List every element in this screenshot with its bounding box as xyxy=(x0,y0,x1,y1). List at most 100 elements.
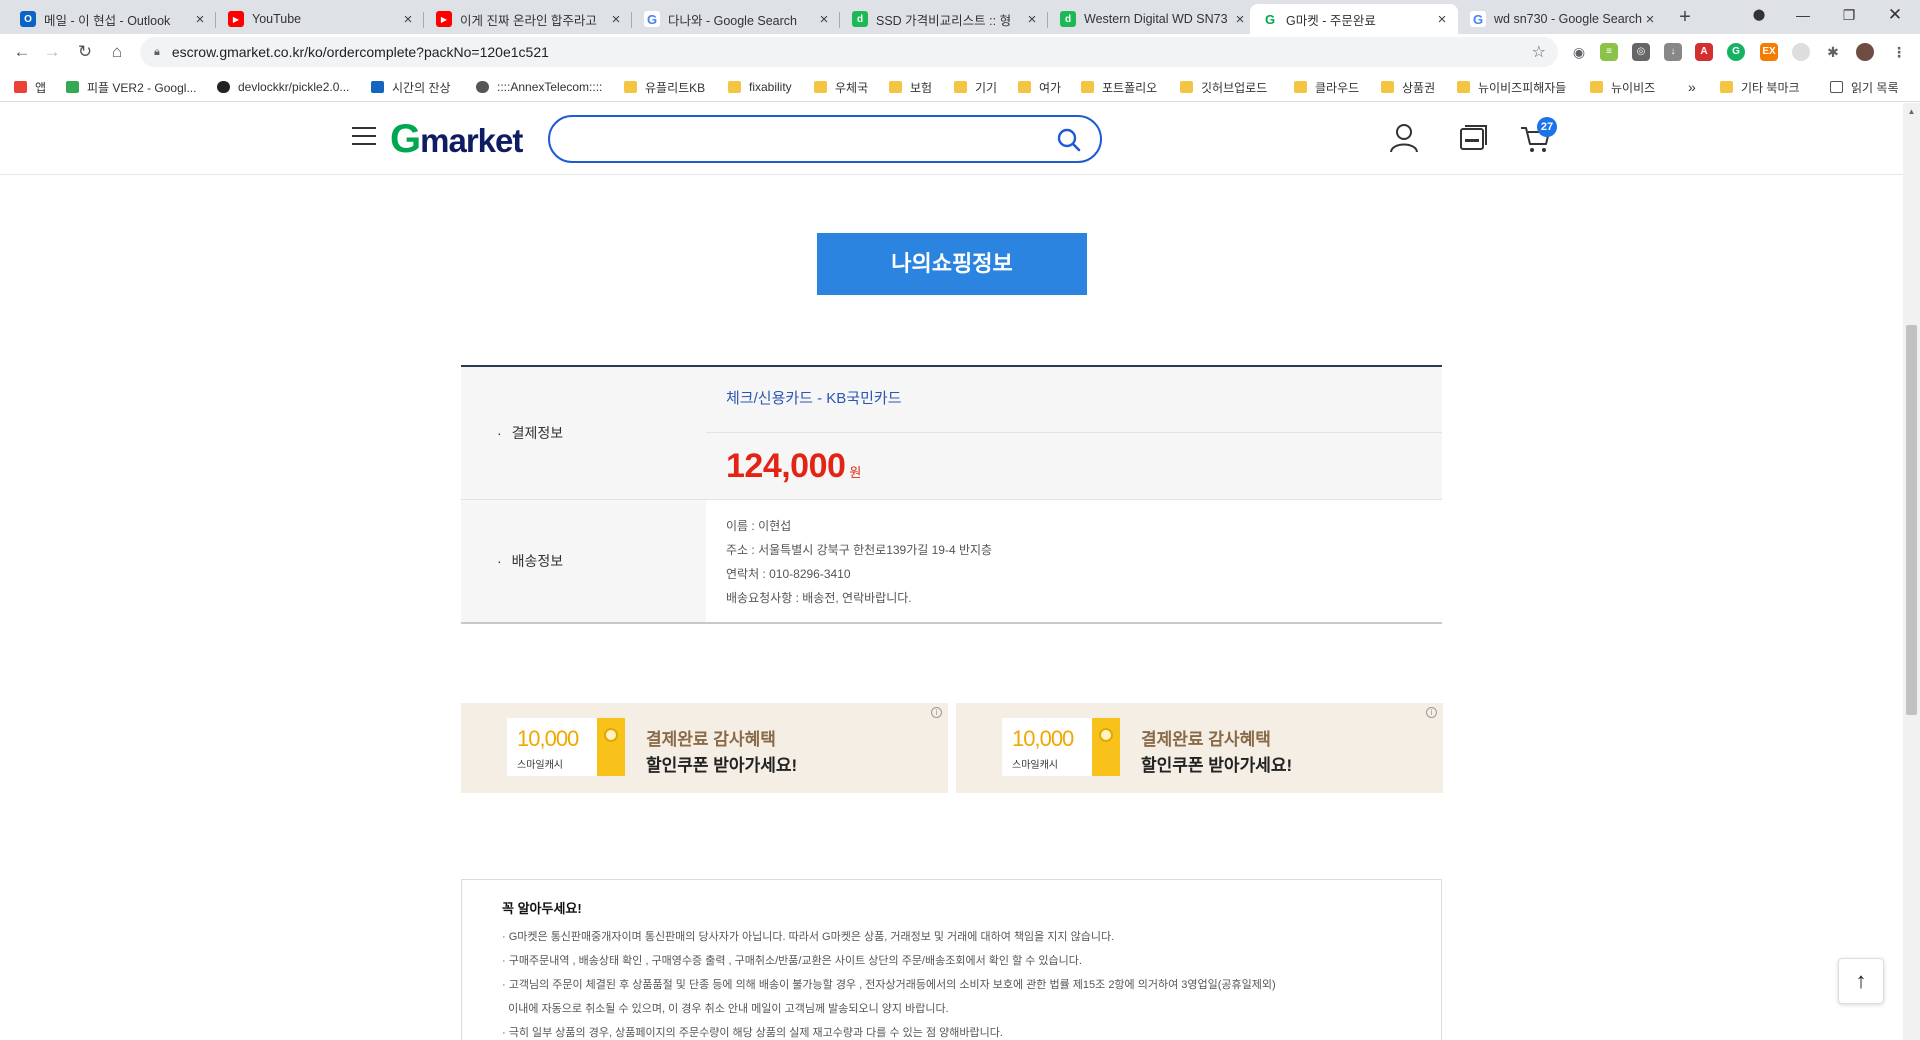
user-icon[interactable] xyxy=(1386,120,1422,156)
tab-title: 메일 - 이 현섭 - Outlook xyxy=(44,13,171,28)
tab-youtube[interactable]: ▶ YouTube × xyxy=(216,4,424,34)
coupon-banner[interactable]: 10,000 스마일캐시 결제완료 감사혜택 할인쿠폰 받아가세요! i xyxy=(461,703,948,793)
info-icon[interactable]: i xyxy=(1426,707,1437,718)
bookmark-folder[interactable]: 여가 xyxy=(1018,78,1061,96)
pdf-icon[interactable]: A xyxy=(1695,43,1713,61)
search-input[interactable] xyxy=(570,127,1040,151)
bookmark-item[interactable]: 시간의 잔상 xyxy=(371,78,451,96)
tab-title: 이게 진짜 온라인 합주라고 xyxy=(460,13,597,28)
outlook-icon: O xyxy=(20,11,36,27)
smile-coin-icon xyxy=(597,718,625,776)
tab-title: SSD 가격비교리스트 :: 형 xyxy=(876,13,1012,28)
my-shopping-info-button[interactable]: 나의쇼핑정보 xyxy=(817,233,1087,295)
other-bookmarks[interactable]: 기타 북마크 xyxy=(1720,78,1800,96)
download-icon[interactable]: ↓ xyxy=(1664,43,1682,61)
bookmark-item[interactable]: ::::AnnexTelecom:::: xyxy=(476,78,602,96)
folder-icon xyxy=(624,81,637,93)
bookmark-folder[interactable]: 유플리트KB xyxy=(624,78,705,96)
folder-icon xyxy=(1081,81,1094,93)
reload-icon[interactable]: ↻ xyxy=(73,40,97,64)
recent-items-icon[interactable] xyxy=(1454,120,1490,156)
tab-outlook[interactable]: O 메일 - 이 현섭 - Outlook × xyxy=(8,4,216,34)
bookmark-folder[interactable]: 포트폴리오 xyxy=(1081,78,1157,96)
gmarket-logo[interactable]: Gmarket xyxy=(390,117,523,162)
google-icon: G xyxy=(1470,11,1486,27)
info-icon[interactable]: i xyxy=(931,707,942,718)
search-icon[interactable] xyxy=(1056,127,1082,153)
hamburger-menu-icon[interactable] xyxy=(352,127,376,147)
tab-youtube-video[interactable]: ▶ 이게 진짜 온라인 합주라고 × xyxy=(424,4,632,34)
bookmark-folder[interactable]: 상품권 xyxy=(1381,78,1435,96)
close-icon[interactable]: × xyxy=(400,11,416,28)
browser-toolbar: ← → ↻ ⌂ 🔒︎ escrow.gmarket.co.kr/ko/order… xyxy=(0,34,1920,70)
danawa-icon: d xyxy=(1060,11,1076,27)
tab-google-wd-sn730[interactable]: G wd sn730 - Google Search × xyxy=(1458,4,1666,34)
smile-cash-label: 스마일캐시 xyxy=(1012,760,1058,771)
avatar[interactable] xyxy=(1856,43,1874,61)
folder-icon xyxy=(728,81,741,93)
close-icon[interactable]: × xyxy=(1024,11,1040,28)
extension-icon[interactable]: ≡ xyxy=(1600,43,1618,61)
tab-western-digital[interactable]: d Western Digital WD SN73 × xyxy=(1048,4,1256,34)
grammarly-icon[interactable]: G xyxy=(1727,43,1745,61)
close-icon[interactable]: × xyxy=(1434,11,1450,28)
folder-icon xyxy=(1381,81,1394,93)
extension-icon[interactable] xyxy=(1792,43,1810,61)
close-icon[interactable]: × xyxy=(816,11,832,28)
extension-icon[interactable]: EX xyxy=(1760,43,1778,61)
globe-icon xyxy=(476,81,489,93)
minimize-button[interactable]: — xyxy=(1780,0,1826,32)
bookmark-folder[interactable]: 보험 xyxy=(889,78,932,96)
bookmark-folder[interactable]: fixability xyxy=(728,78,792,96)
folder-icon xyxy=(1294,81,1307,93)
tab-ssd-price-list[interactable]: d SSD 가격비교리스트 :: 형 × xyxy=(840,4,1048,34)
notice-line: · 극히 일부 상품의 경우, 상품페이지의 주문수량이 해당 상품의 실제 재… xyxy=(502,1027,1003,1039)
bookmark-folder[interactable]: 깃허브업로드 xyxy=(1180,78,1267,96)
puzzle-icon[interactable]: ✱ xyxy=(1824,43,1842,61)
restore-button[interactable]: ❐ xyxy=(1826,0,1872,32)
home-icon[interactable]: ⌂ xyxy=(105,40,129,64)
banner-subline: 할인쿠폰 받아가세요! xyxy=(1141,756,1293,775)
tab-title: G마켓 - 주문완료 xyxy=(1286,13,1376,28)
bookmark-folder[interactable]: 뉴이비즈 xyxy=(1590,78,1655,96)
scroll-to-top-button[interactable]: ↑ xyxy=(1838,958,1884,1004)
gmarket-icon: G xyxy=(1262,11,1278,27)
close-icon[interactable]: × xyxy=(1232,11,1248,28)
payment-method: 체크/신용카드 - KB국민카드 xyxy=(706,367,1442,433)
apps-icon xyxy=(14,81,27,93)
bookmark-folder[interactable]: 기기 xyxy=(954,78,997,96)
forward-icon[interactable]: → xyxy=(40,40,64,64)
reading-list[interactable]: 읽기 목록 xyxy=(1830,78,1899,96)
bookmark-item[interactable]: 피플 VER2 - Googl... xyxy=(66,78,196,96)
scroll-up-arrow-icon[interactable]: ▲ xyxy=(1903,103,1920,120)
menu-icon[interactable]: ⋮ xyxy=(1890,43,1908,61)
notice-title: 꼭 알아두세요! xyxy=(502,901,582,916)
bookmark-star-icon[interactable]: ☆ xyxy=(1532,42,1546,62)
scrollbar-thumb[interactable] xyxy=(1906,325,1917,715)
tab-google-danawa[interactable]: G 다나와 - Google Search × xyxy=(632,4,840,34)
google-icon: G xyxy=(644,11,660,27)
close-window-button[interactable]: ✕ xyxy=(1872,0,1918,32)
page-scrollbar[interactable]: ▲ xyxy=(1903,103,1920,1040)
back-icon[interactable]: ← xyxy=(10,40,34,64)
tab-search-icon[interactable]: ⬤ xyxy=(1736,0,1782,32)
tab-title: Western Digital WD SN73 xyxy=(1084,12,1228,26)
payment-info-row: 결제정보 체크/신용카드 - KB국민카드 124,000원 xyxy=(461,367,1442,500)
camera-icon[interactable]: ◉ xyxy=(1570,43,1588,61)
coupon-banner[interactable]: 10,000 스마일캐시 결제완료 감사혜택 할인쿠폰 받아가세요! i xyxy=(956,703,1443,793)
folder-icon xyxy=(1457,81,1470,93)
notice-box: 꼭 알아두세요! · G마켓은 통신판매중개자이며 통신판매의 당사자가 아닙니… xyxy=(461,879,1442,1040)
extension-icon[interactable]: ◎ xyxy=(1632,43,1650,61)
bookmarks-overflow-button[interactable]: » xyxy=(1688,78,1696,96)
address-bar[interactable]: 🔒︎ escrow.gmarket.co.kr/ko/ordercomplete… xyxy=(140,37,1558,67)
bookmark-folder[interactable]: 클라우드 xyxy=(1294,78,1359,96)
new-tab-button[interactable]: + xyxy=(1672,6,1698,29)
bookmark-apps[interactable]: 앱 xyxy=(14,78,46,96)
close-icon[interactable]: × xyxy=(1642,11,1658,28)
bookmark-folder[interactable]: 우체국 xyxy=(814,78,868,96)
bookmark-item[interactable]: devlockkr/pickle2.0... xyxy=(217,78,349,96)
tab-gmarket-order-complete[interactable]: G G마켓 - 주문완료 × xyxy=(1250,4,1458,34)
close-icon[interactable]: × xyxy=(192,11,208,28)
bookmark-folder[interactable]: 뉴이비즈피해자들 xyxy=(1457,78,1566,96)
close-icon[interactable]: × xyxy=(608,11,624,28)
